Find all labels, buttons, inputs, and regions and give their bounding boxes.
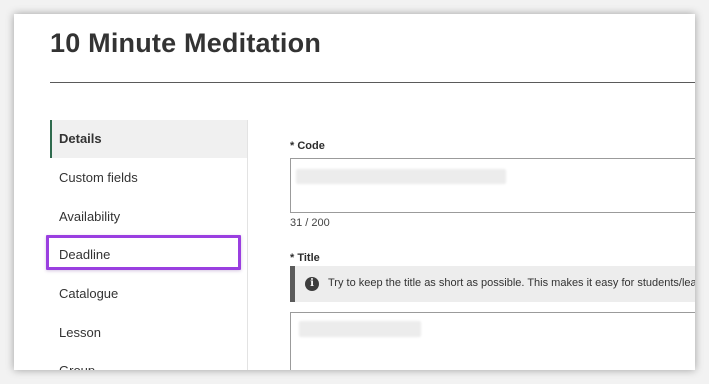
sidebar-item-group[interactable]: Group [50, 352, 247, 370]
sidebar-item-details[interactable]: Details [50, 120, 247, 158]
sidebar-item-lesson[interactable]: Lesson [50, 314, 247, 352]
title-field-label: * Title [290, 252, 320, 264]
info-icon: i [305, 277, 319, 291]
title-hint: i Try to keep the title as short as poss… [290, 266, 695, 302]
page-title: 10 Minute Meditation [50, 28, 322, 58]
title-input[interactable] [290, 312, 695, 370]
code-field-label: * Code [290, 140, 325, 152]
title-hint-text: Try to keep the title as short as possib… [328, 277, 695, 289]
sidebar-item-availability[interactable]: Availability [50, 198, 247, 236]
sidebar-item-catalogue[interactable]: Catalogue [50, 275, 247, 313]
code-character-counter: 31 / 200 [290, 217, 330, 229]
sidebar-item-deadline[interactable]: Deadline [50, 236, 247, 274]
title-divider [50, 82, 695, 83]
code-input[interactable] [290, 158, 695, 213]
course-edit-panel: 10 Minute Meditation Details Custom fiel… [14, 14, 695, 370]
code-input-value-redacted [296, 169, 506, 184]
settings-sidebar: Details Custom fields Availability Deadl… [50, 120, 248, 370]
title-input-value-redacted [299, 321, 421, 337]
sidebar-item-custom-fields[interactable]: Custom fields [50, 159, 247, 197]
